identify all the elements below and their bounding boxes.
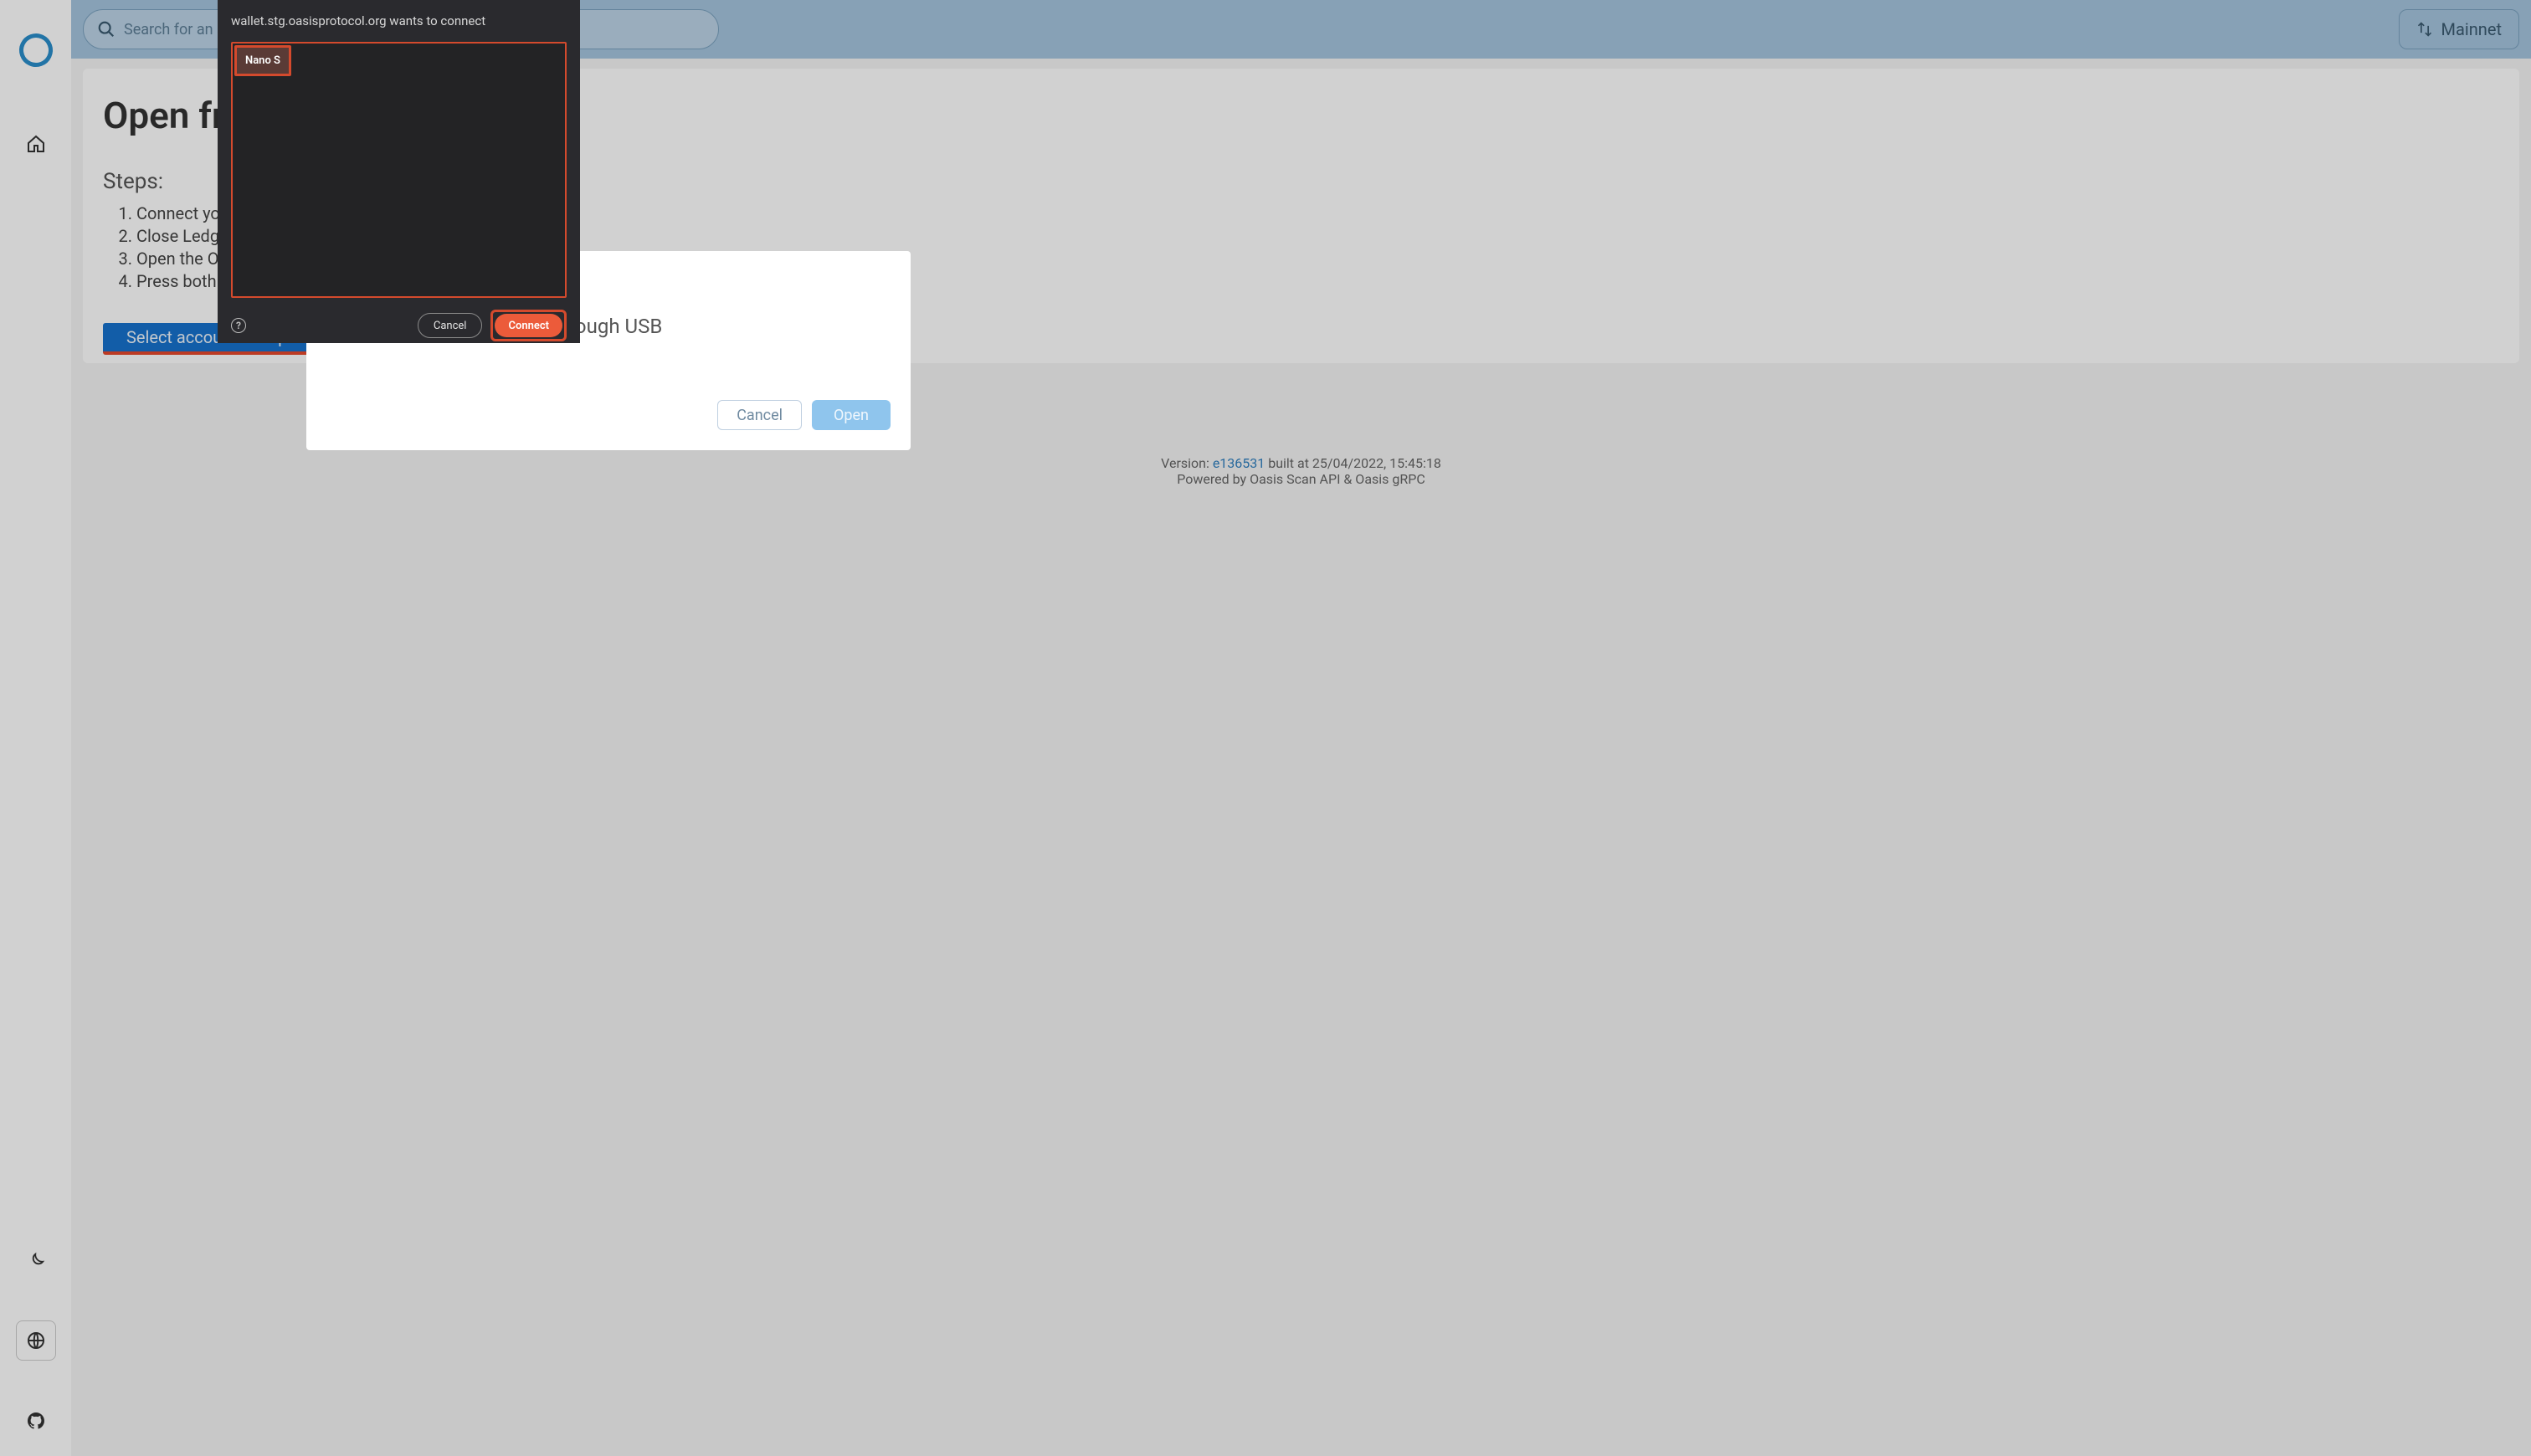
github-icon [26, 1411, 46, 1431]
hid-device-dialog: wallet.stg.oasisprotocol.org wants to co… [218, 0, 580, 343]
help-icon[interactable]: ? [231, 318, 246, 333]
globe-icon [26, 1330, 46, 1351]
github-link[interactable] [26, 1411, 46, 1431]
device-connect-highlight: Connect [490, 310, 567, 341]
sidebar [0, 0, 71, 1456]
language-button[interactable] [16, 1320, 56, 1361]
swap-vertical-icon [2416, 21, 2433, 38]
device-list: Nano S [231, 42, 567, 298]
modal-open-button[interactable]: Open [812, 400, 891, 430]
network-label: Mainnet [2441, 19, 2502, 39]
moon-icon [27, 1252, 45, 1270]
theme-toggle-button[interactable] [27, 1252, 45, 1270]
oasis-logo-icon [14, 28, 57, 71]
home-nav-button[interactable] [26, 134, 46, 154]
device-dialog-title: wallet.stg.oasisprotocol.org wants to co… [231, 13, 567, 28]
search-icon [97, 20, 116, 38]
home-icon [26, 134, 46, 154]
device-connect-button[interactable]: Connect [495, 314, 562, 337]
modal-cancel-button[interactable]: Cancel [717, 400, 802, 430]
version-line: Version: e136531 built at 25/04/2022, 15… [71, 455, 2531, 471]
app-logo [19, 33, 53, 67]
network-selector[interactable]: Mainnet [2399, 9, 2519, 49]
device-option-nano-s[interactable]: Nano S [234, 45, 291, 76]
version-hash-link[interactable]: e136531 [1213, 455, 1265, 471]
powered-by: Powered by Oasis Scan API & Oasis gRPC [71, 471, 2531, 487]
footer: Version: e136531 built at 25/04/2022, 15… [71, 455, 2531, 487]
device-cancel-button[interactable]: Cancel [418, 313, 483, 338]
